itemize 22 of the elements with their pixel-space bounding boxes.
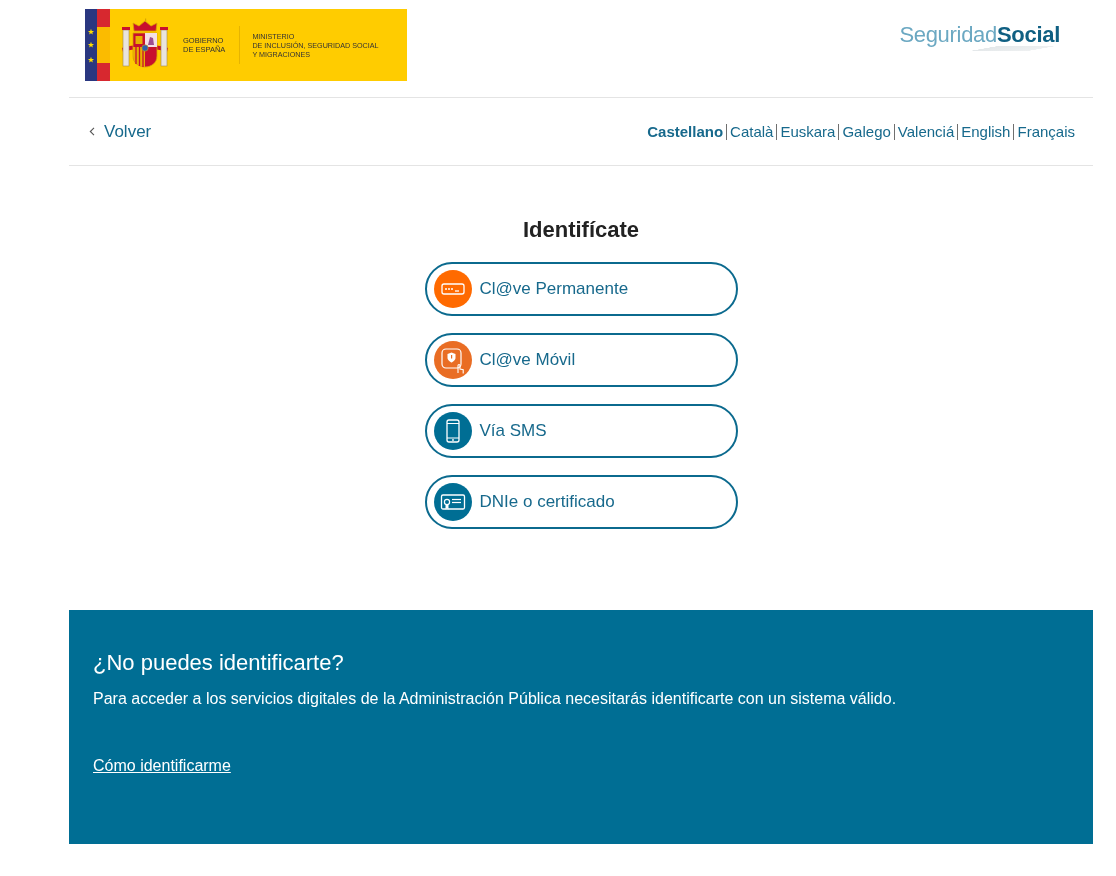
language-link[interactable]: Français [1017,123,1075,140]
app-tap-icon [433,341,472,379]
help-link[interactable]: Cómo identificarme [93,756,231,776]
flag-stripes-icon [85,9,110,81]
smartphone-icon [433,412,472,450]
language-link[interactable]: Català [730,123,774,140]
page-title: Identifícate [522,217,640,243]
login-method-button[interactable]: DNIe o certificado [424,475,738,529]
password-field-icon [433,270,472,308]
help-text: Para acceder a los servicios digitales de la Administración Pública necesitarás identificarte con un sistema válido. [93,689,898,709]
language-link[interactable]: Euskara [780,123,836,140]
login-method-button[interactable]: Cl@ve Permanente [424,262,738,316]
language-link[interactable]: Galego [842,123,891,140]
login-method-button[interactable]: Cl@ve Móvil [424,333,738,387]
language-link[interactable]: Castellano [647,123,724,140]
help-title: ¿No puedes identificarte? [93,650,345,676]
chevron-left-icon [89,127,95,136]
certificate-card-icon [433,483,472,521]
back-link[interactable]: Volver [89,121,152,142]
language-link[interactable]: Valenciá [897,123,955,140]
login-method-button[interactable]: Vía SMS [424,404,738,458]
language-link[interactable]: English [961,123,1011,140]
